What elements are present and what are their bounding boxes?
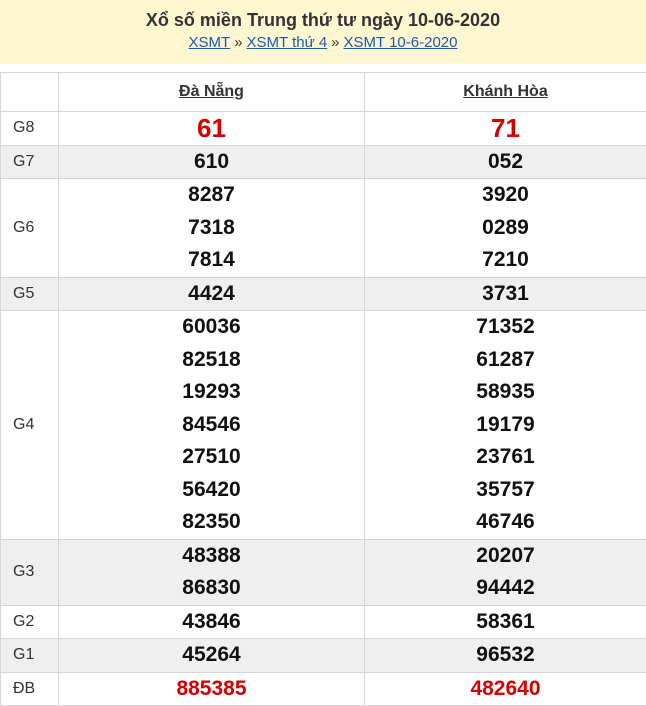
- prize-number: 58361: [476, 609, 535, 633]
- table-row: G4 60036 82518 19293 84546 27510 56420 82350 713…: [0, 310, 646, 540]
- table-header-row: Đà Nẵng Khánh Hòa: [0, 72, 646, 112]
- prize-number: 84546: [182, 412, 241, 436]
- prize-number: 8287: [188, 183, 235, 206]
- table-row: G1 45264 96532: [0, 638, 646, 673]
- prize-cell: 20207 94442: [364, 538, 646, 606]
- prize-number: 71352: [476, 315, 535, 338]
- table-row: G6 8287 7318 7814 3920 0289 7210: [0, 178, 646, 278]
- page-header: Xổ số miền Trung thứ tư ngày 10-06-2020 …: [0, 0, 646, 64]
- table-row: G8 61 71: [0, 111, 646, 146]
- breadcrumb-link-xsmt-thu-4[interactable]: XSMT thứ 4: [247, 34, 328, 51]
- prize-number: 7210: [482, 248, 529, 271]
- prize-label: G4: [0, 310, 59, 540]
- prize-cell: 3920 0289 7210: [364, 178, 646, 278]
- prize-cell: 052: [364, 144, 646, 179]
- prize-cell: 60036 82518 19293 84546 27510 56420 82350: [58, 310, 365, 540]
- column-header-da-nang[interactable]: Đà Nẵng: [58, 72, 365, 112]
- prize-cell: 4424: [58, 276, 365, 311]
- table-row: G5 4424 3731: [0, 276, 646, 311]
- prize-cell: 610: [58, 144, 365, 179]
- prize-number: 610: [193, 149, 230, 173]
- prize-label: G3: [0, 538, 59, 606]
- prize-label: G7: [0, 144, 59, 179]
- prize-number: 20207: [476, 543, 535, 567]
- prize-number: 052: [487, 149, 524, 173]
- prize-number: 4424: [188, 281, 235, 305]
- prize-number: 3731: [482, 281, 529, 305]
- prize-number: 94442: [476, 576, 535, 599]
- prize-number: 82350: [182, 510, 241, 533]
- prize-number: 45264: [182, 643, 241, 666]
- prize-number: 60036: [182, 315, 241, 338]
- prize-number: 482640: [470, 676, 541, 700]
- prize-number: 82518: [182, 347, 241, 371]
- prize-label: G5: [0, 276, 59, 311]
- prize-cell: 61: [58, 111, 365, 146]
- prize-label: G1: [0, 638, 59, 673]
- header-empty-cell: [0, 72, 59, 112]
- prize-cell: 48388 86830: [58, 538, 365, 606]
- prize-cell: 3731: [364, 276, 646, 311]
- prize-number: 3920: [482, 183, 529, 206]
- prize-number: 61287: [476, 347, 535, 371]
- page-title: Xổ số miền Trung thứ tư ngày 10-06-2020: [145, 10, 501, 30]
- prize-cell: 43846: [58, 604, 365, 639]
- breadcrumb-link-xsmt-date[interactable]: XSMT 10-6-2020: [344, 34, 458, 51]
- results-body: G8 61 71 G7 610 052 G6 8287 7318 7814 3920 0289 7210…: [0, 111, 646, 706]
- prize-cell: 885385: [58, 671, 365, 706]
- prize-number: 885385: [176, 676, 247, 700]
- prize-number: 35757: [476, 477, 535, 501]
- breadcrumb-separator: »: [331, 34, 340, 51]
- prize-number: 19293: [182, 380, 241, 403]
- prize-cell: 8287 7318 7814: [58, 178, 365, 278]
- breadcrumb-link-xsmt[interactable]: XSMT: [189, 34, 231, 51]
- prize-number: 19179: [476, 412, 535, 436]
- breadcrumb-separator: »: [234, 34, 243, 51]
- prize-number: 61: [197, 113, 226, 143]
- prize-label: ĐB: [0, 671, 59, 706]
- prize-number: 58935: [476, 380, 535, 403]
- prize-cell: 45264: [58, 638, 365, 673]
- prize-number: 46746: [476, 510, 535, 533]
- prize-label: G2: [0, 604, 59, 639]
- prize-number: 7318: [188, 215, 235, 239]
- prize-number: 23761: [476, 445, 535, 468]
- prize-cell: 71: [364, 111, 646, 146]
- spacer: [0, 64, 646, 72]
- prize-number: 43846: [182, 609, 241, 633]
- prize-number: 86830: [182, 576, 241, 599]
- table-row: G3 48388 86830 20207 94442: [0, 538, 646, 606]
- table-row: G7 610 052: [0, 144, 646, 179]
- table-row: G2 43846 58361: [0, 604, 646, 639]
- prize-number: 56420: [182, 477, 241, 501]
- prize-cell: 58361: [364, 604, 646, 639]
- results-table: Đà Nẵng Khánh Hòa G8 61 71 G7 610 052 G6 8287 73…: [0, 72, 646, 706]
- prize-number: 48388: [182, 543, 241, 567]
- prize-number: 27510: [182, 445, 241, 468]
- column-header-khanh-hoa[interactable]: Khánh Hòa: [364, 72, 646, 112]
- prize-number: 71: [491, 113, 520, 143]
- prize-number: 96532: [476, 643, 535, 666]
- prize-cell: 71352 61287 58935 19179 23761 35757 46746: [364, 310, 646, 540]
- prize-label: G8: [0, 111, 59, 146]
- prize-cell: 96532: [364, 638, 646, 673]
- prize-cell: 482640: [364, 671, 646, 706]
- table-row: ĐB 885385 482640: [0, 671, 646, 706]
- breadcrumb: XSMT» XSMT thứ 4» XSMT 10-6-2020: [0, 33, 646, 53]
- prize-label: G6: [0, 178, 59, 278]
- prize-number: 0289: [482, 215, 529, 239]
- prize-number: 7814: [188, 248, 235, 271]
